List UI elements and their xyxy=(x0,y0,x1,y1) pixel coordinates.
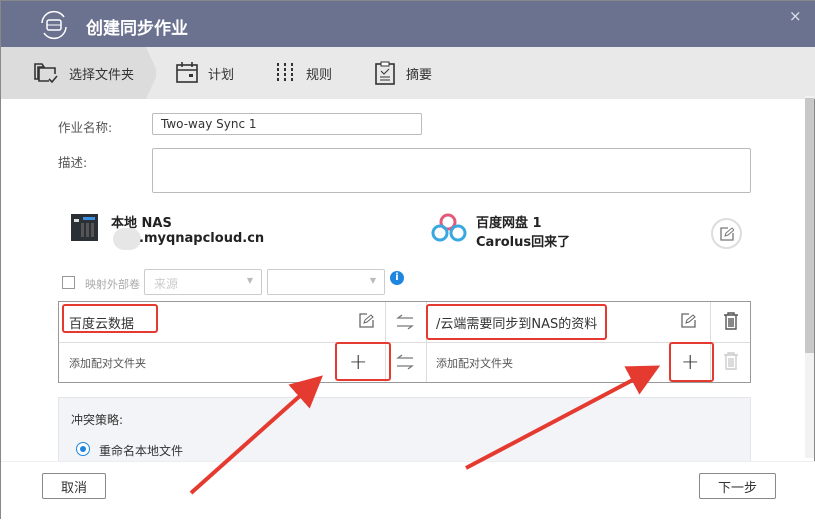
add-remote-folder-placeholder[interactable]: 添加配对文件夹 xyxy=(436,343,513,382)
step-select-folder[interactable]: 选择文件夹 xyxy=(1,47,156,99)
highlight-box xyxy=(62,304,158,333)
conflict-title: 冲突策略: xyxy=(71,413,124,427)
highlight-box xyxy=(669,342,714,382)
conflict-section: 冲突策略: 重命名本地文件 xyxy=(58,397,751,467)
step-label: 计划 xyxy=(208,67,235,83)
highlight-box xyxy=(426,304,607,340)
next-button[interactable]: 下一步 xyxy=(699,473,776,499)
chevron-down-icon: ▼ xyxy=(369,276,376,285)
two-way-sync-icon xyxy=(396,354,414,370)
step-schedule[interactable]: 计划 xyxy=(176,47,234,99)
calendar-icon xyxy=(176,62,198,83)
volume-select[interactable]: ▼ xyxy=(267,269,385,295)
radio-rename-local[interactable] xyxy=(76,442,90,456)
two-way-sync-icon xyxy=(396,314,414,330)
edit-remote-button[interactable] xyxy=(711,218,742,249)
sync-job-icon xyxy=(41,10,67,40)
edit-icon xyxy=(719,226,734,241)
remote-title: 百度网盘 1 xyxy=(476,216,542,231)
redacted-host xyxy=(113,228,141,250)
step-summary[interactable]: 摘要 xyxy=(374,47,432,99)
baidu-cloud-icon xyxy=(431,213,467,242)
step-label: 摘要 xyxy=(406,67,433,83)
add-local-folder-placeholder[interactable]: 添加配对文件夹 xyxy=(69,343,146,382)
radio-label: 重命名本地文件 xyxy=(99,444,184,458)
sliders-icon xyxy=(277,63,293,83)
step-rules[interactable]: 规则 xyxy=(274,47,332,99)
window-title: 创建同步作业 xyxy=(86,19,188,39)
description-label: 描述: xyxy=(58,155,88,170)
step-label: 规则 xyxy=(306,67,333,83)
local-nas-host: .myqnapcloud.cn xyxy=(139,231,265,246)
source-select[interactable]: 来源 ▼ xyxy=(144,269,262,295)
trash-icon-disabled xyxy=(724,352,738,370)
footer xyxy=(1,461,815,520)
edit-icon[interactable] xyxy=(681,313,696,328)
folder-pairs-table: 百度云数据 /云端需要同步到NAS的资料 添加配对文件夹 + 添加配对文件夹 + xyxy=(58,301,751,383)
source-select-value: 来源 xyxy=(154,277,179,291)
scrollbar[interactable] xyxy=(805,96,814,458)
map-external-label: 映射外部卷 xyxy=(85,278,140,291)
description-input[interactable] xyxy=(152,148,751,193)
highlight-box xyxy=(335,342,391,381)
job-name-label: 作业名称: xyxy=(58,120,113,135)
cancel-button[interactable]: 取消 xyxy=(42,473,106,499)
trash-icon[interactable] xyxy=(723,312,739,330)
info-icon[interactable]: i xyxy=(390,271,404,285)
job-name-input[interactable]: Two-way Sync 1 xyxy=(152,113,422,135)
folder-check-icon xyxy=(34,63,58,84)
remote-account: Carolus回来了 xyxy=(476,235,571,250)
map-external-checkbox[interactable] xyxy=(62,276,75,289)
close-button[interactable]: × xyxy=(789,7,802,25)
clipboard-icon xyxy=(375,61,395,85)
nas-device-icon xyxy=(71,214,98,241)
chevron-down-icon: ▼ xyxy=(246,276,253,285)
step-label: 选择文件夹 xyxy=(69,67,135,83)
wizard-steps: 选择文件夹 计划 规则 摘要 xyxy=(1,47,815,99)
edit-icon[interactable] xyxy=(359,313,374,328)
